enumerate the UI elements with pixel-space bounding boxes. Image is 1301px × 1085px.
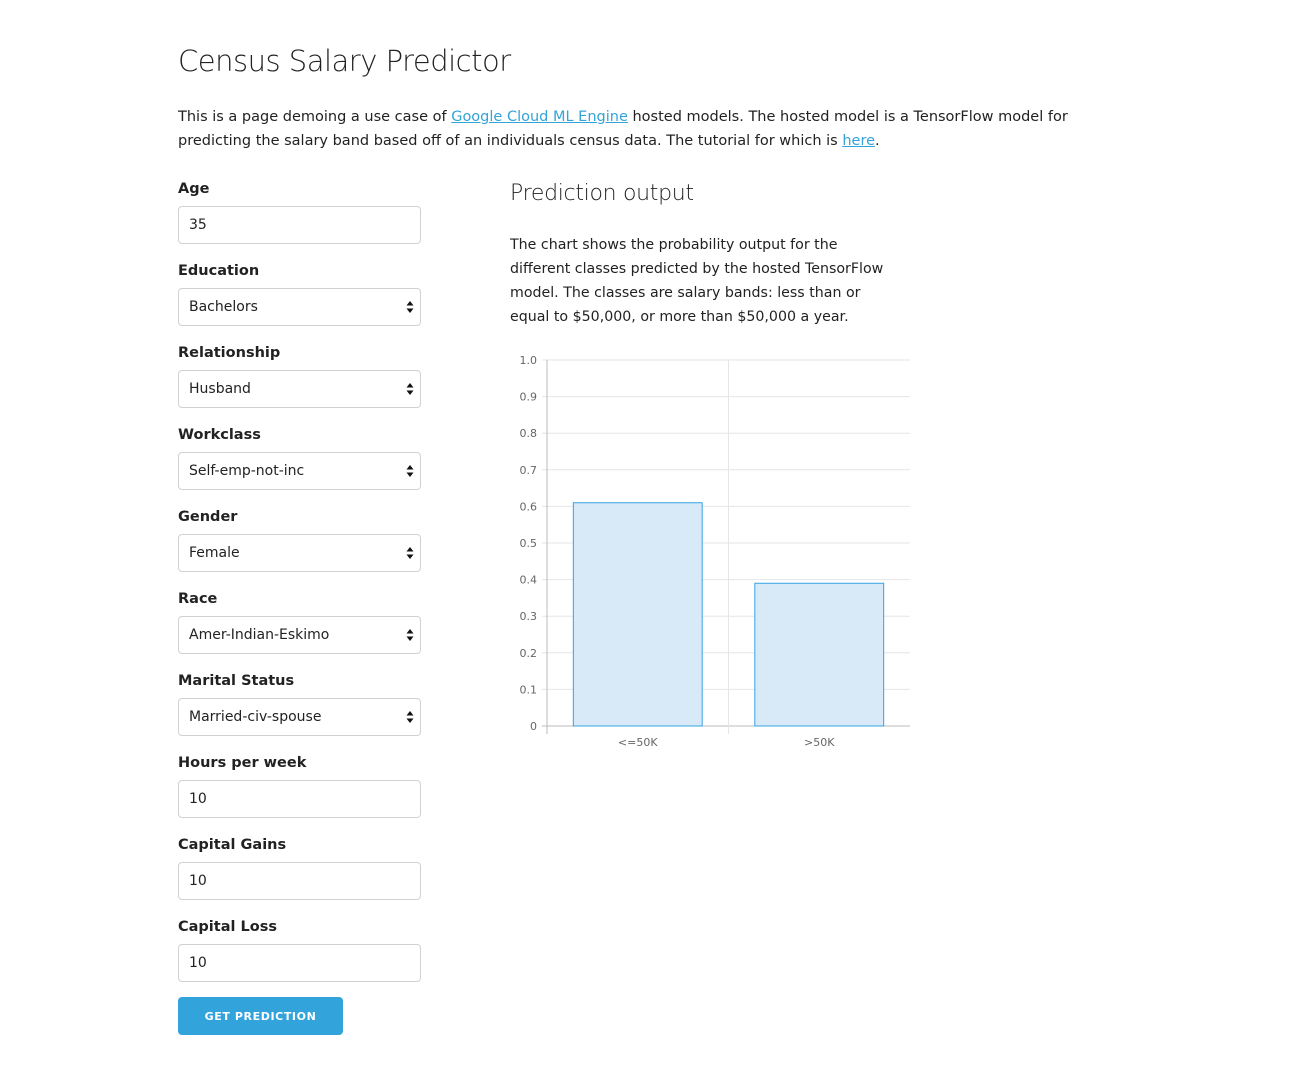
select-arrows-icon [406, 629, 414, 641]
marital-status-label: Marital Status [178, 673, 295, 689]
y-tick-label: 0.3 [520, 610, 538, 623]
capital-loss-input[interactable] [178, 944, 421, 982]
y-tick-label: 0.8 [520, 427, 538, 440]
education-select[interactable]: Bachelors [178, 288, 421, 326]
age-input[interactable] [178, 206, 421, 244]
age-label: Age [178, 181, 210, 197]
capital-gains-label: Capital Gains [178, 837, 287, 853]
education-label: Education [178, 263, 260, 279]
hours-per-week-input[interactable] [178, 780, 421, 818]
workclass-value: Self-emp-not-inc [189, 463, 305, 479]
hours-per-week-label: Hours per week [178, 755, 307, 771]
bar-le-50k [572, 502, 703, 727]
race-value: Amer-Indian-Eskimo [189, 627, 330, 643]
y-tick-label: 1.0 [520, 354, 538, 367]
select-arrows-icon [406, 547, 414, 559]
gender-label: Gender [178, 509, 238, 525]
capital-loss-field: Capital Loss [178, 916, 421, 982]
workclass-select[interactable]: Self-emp-not-inc [178, 452, 421, 490]
select-arrows-icon [406, 301, 414, 313]
x-tick-label: >50K [804, 736, 835, 749]
education-field: Education Bachelors [178, 260, 421, 326]
y-tick-label: 0 [530, 720, 537, 733]
capital-loss-label: Capital Loss [178, 919, 277, 935]
relationship-label: Relationship [178, 345, 281, 361]
marital-status-field: Marital Status Married-civ-spouse [178, 670, 421, 736]
y-tick-label: 0.6 [520, 500, 538, 513]
education-value: Bachelors [189, 299, 258, 315]
output-heading: Prediction output [510, 181, 694, 206]
hours-per-week-field: Hours per week [178, 752, 421, 818]
page-title: Census Salary Predictor [178, 44, 511, 78]
y-tick-label: 0.4 [520, 574, 538, 587]
capital-gains-input[interactable] [178, 862, 421, 900]
bar-gt-50k [754, 582, 885, 727]
y-tick-label: 0.1 [520, 683, 538, 696]
get-prediction-button[interactable]: GET PREDICTION [178, 997, 343, 1035]
intro-text-after: . [875, 133, 880, 149]
select-arrows-icon [406, 711, 414, 723]
capital-gains-field: Capital Gains [178, 834, 421, 900]
y-tick-label: 0.2 [520, 647, 538, 660]
marital-status-value: Married-civ-spouse [189, 709, 322, 725]
y-tick-label: 0.5 [520, 537, 538, 550]
output-description: The chart shows the probability output f… [510, 237, 884, 325]
select-arrows-icon [406, 465, 414, 477]
gender-value: Female [189, 545, 240, 561]
race-label: Race [178, 591, 218, 607]
marital-status-select[interactable]: Married-civ-spouse [178, 698, 421, 736]
relationship-select[interactable]: Husband [178, 370, 421, 408]
workclass-field: Workclass Self-emp-not-inc [178, 424, 421, 490]
tutorial-link[interactable]: here [842, 133, 875, 149]
y-tick-label: 0.7 [520, 464, 538, 477]
ml-engine-link[interactable]: Google Cloud ML Engine [451, 109, 628, 125]
x-tick-label: <=50K [618, 736, 658, 749]
gender-select[interactable]: Female [178, 534, 421, 572]
race-field: Race Amer-Indian-Eskimo [178, 588, 421, 654]
select-arrows-icon [406, 383, 414, 395]
relationship-value: Husband [189, 381, 251, 397]
y-tick-label: 0.9 [520, 391, 538, 404]
probability-bar-chart: 0 0.1 0.2 0.3 0.4 0.5 0.6 0.7 0.8 0.9 1.0 <=50K >50K [520, 354, 910, 749]
intro-text-before: This is a page demoing a use case of [178, 109, 452, 125]
gender-field: Gender Female [178, 506, 421, 572]
relationship-field: Relationship Husband [178, 342, 421, 408]
workclass-label: Workclass [178, 427, 261, 443]
intro-paragraph: This is a page demoing a use case of Goo… [178, 105, 1138, 153]
age-field: Age [178, 178, 421, 244]
race-select[interactable]: Amer-Indian-Eskimo [178, 616, 421, 654]
